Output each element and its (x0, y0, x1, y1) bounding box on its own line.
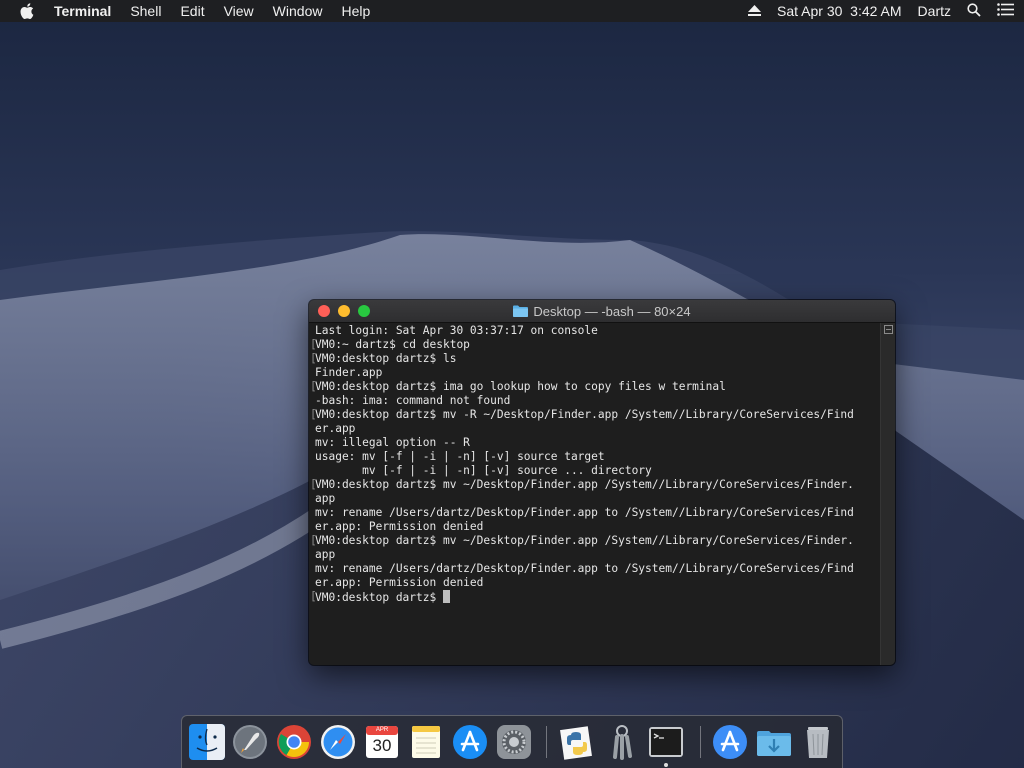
terminal-line: [VM0:desktop dartz$ mv ~/Desktop/Finder.… (310, 478, 854, 491)
eject-icon[interactable] (748, 3, 762, 19)
menu-view[interactable]: View (224, 3, 254, 19)
window-title: Desktop — -bash — 80×24 (533, 303, 691, 319)
terminal-window[interactable]: Desktop — -bash — 80×24 Last login: Sat … (309, 300, 895, 665)
calendar-day: 30 (372, 736, 392, 755)
terminal-line: mv: illegal option -- R (315, 436, 470, 449)
terminal-running-indicator (664, 763, 668, 767)
dock-trash-icon[interactable] (799, 723, 837, 761)
menu-help[interactable]: Help (341, 3, 370, 19)
dock-separator (546, 726, 547, 758)
terminal-output[interactable]: Last login: Sat Apr 30 03:37:17 on conso… (309, 323, 881, 665)
terminal-line: Finder.app (315, 366, 383, 379)
window-titlebar[interactable]: Desktop — -bash — 80×24 (309, 300, 895, 323)
apple-icon[interactable] (20, 3, 34, 19)
calendar-month: APR (375, 727, 389, 733)
dock-system-preferences-icon[interactable] (495, 723, 533, 761)
dock-launchpad-icon[interactable] (231, 723, 269, 761)
notification-center-icon[interactable] (997, 3, 1014, 19)
dock: APR 30 (181, 715, 843, 768)
terminal-line: mv: rename /Users/dartz/Desktop/Finder.a… (315, 506, 854, 519)
dock-chrome-icon[interactable] (275, 723, 313, 761)
dock-finder-icon[interactable] (188, 723, 226, 761)
menu-window[interactable]: Window (273, 3, 323, 19)
menu-user[interactable]: Dartz (918, 3, 951, 19)
dock-notes-icon[interactable] (407, 723, 445, 761)
menu-clock[interactable]: Sat Apr 30 3:42 AM (777, 3, 902, 19)
dock-applications-folder-icon[interactable] (711, 723, 749, 761)
zoom-button[interactable] (358, 305, 370, 317)
terminal-prompt-line[interactable]: [VM0:desktop dartz$ (310, 590, 881, 604)
dock-python-launcher-icon[interactable] (558, 723, 596, 761)
dock-terminal-icon[interactable] (647, 723, 685, 761)
scrollbar[interactable] (880, 323, 895, 665)
terminal-line: mv [-f | -i | -n] [-v] source ... direct… (315, 464, 652, 477)
menu-shell[interactable]: Shell (130, 3, 161, 19)
terminal-line: mv: rename /Users/dartz/Desktop/Finder.a… (315, 562, 854, 575)
menu-app-name[interactable]: Terminal (54, 3, 111, 19)
terminal-line: [VM0:desktop dartz$ mv ~/Desktop/Finder.… (310, 534, 854, 547)
terminal-line: app (315, 548, 336, 561)
scroll-collapse-icon[interactable] (884, 325, 893, 334)
menu-bar: Terminal Shell Edit View Window Help Sat… (0, 0, 1024, 22)
spotlight-search-icon[interactable] (967, 2, 981, 20)
text-cursor (442, 590, 450, 603)
dock-separator (700, 726, 701, 758)
terminal-line: [VM0:desktop dartz$ ls (310, 352, 457, 365)
dock-keychain-icon[interactable] (603, 723, 641, 761)
menu-edit[interactable]: Edit (180, 3, 204, 19)
terminal-line: er.app: Permission denied (315, 576, 484, 589)
dock-app-store-icon[interactable] (451, 723, 489, 761)
terminal-line: -bash: ima: command not found (315, 394, 511, 407)
close-button[interactable] (318, 305, 330, 317)
dock-safari-icon[interactable] (319, 723, 357, 761)
terminal-line: [VM0:desktop dartz$ ima go lookup how to… (310, 380, 726, 393)
terminal-line: er.app (315, 422, 356, 435)
terminal-line: [VM0:~ dartz$ cd desktop (310, 338, 470, 351)
terminal-line: er.app: Permission denied (315, 520, 484, 533)
terminal-line: app (315, 492, 336, 505)
terminal-line: Last login: Sat Apr 30 03:37:17 on conso… (315, 324, 598, 337)
dock-calendar-icon[interactable]: APR 30 (363, 723, 401, 761)
folder-icon (513, 305, 529, 317)
terminal-line: [VM0:desktop dartz$ mv -R ~/Desktop/Find… (310, 408, 854, 421)
dock-downloads-folder-icon[interactable] (755, 723, 793, 761)
minimize-button[interactable] (338, 305, 350, 317)
terminal-line: usage: mv [-f | -i | -n] [-v] source tar… (315, 450, 605, 463)
